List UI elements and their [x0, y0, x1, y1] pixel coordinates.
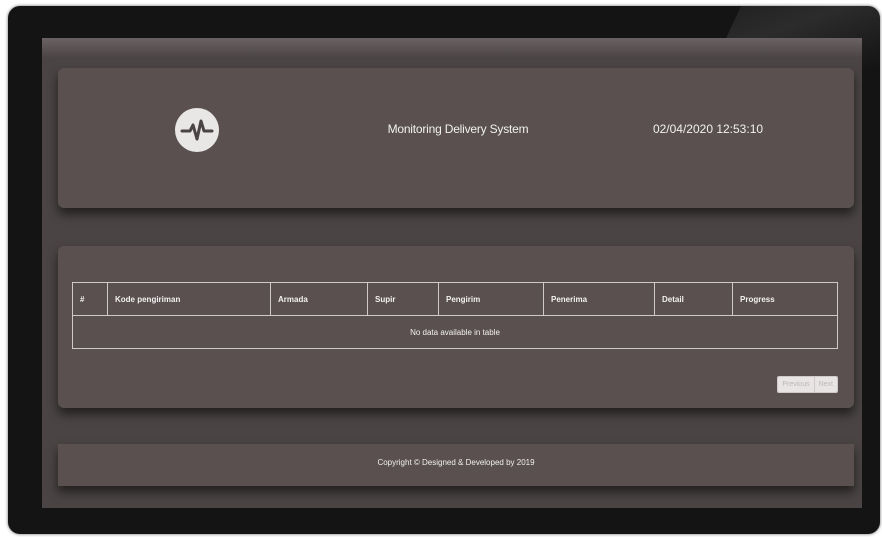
- column-header-supir[interactable]: Supir: [367, 282, 439, 316]
- table-header-row: # Kode pengiriman Armada Supir Pengirim …: [72, 282, 838, 316]
- monitor-frame: Monitoring Delivery System 02/04/2020 12…: [8, 6, 880, 534]
- previous-page-button[interactable]: Previous: [778, 377, 814, 392]
- empty-table-message: No data available in table: [72, 315, 838, 349]
- footer: Copyright © Designed & Developed by 2019: [58, 444, 854, 486]
- app-screen: Monitoring Delivery System 02/04/2020 12…: [42, 38, 862, 508]
- header-card: Monitoring Delivery System 02/04/2020 12…: [58, 68, 854, 208]
- screen-top-bar: [42, 38, 862, 58]
- column-header-detail[interactable]: Detail: [654, 282, 733, 316]
- column-header-armada[interactable]: Armada: [270, 282, 368, 316]
- column-header-penerima[interactable]: Penerima: [543, 282, 655, 316]
- next-page-button[interactable]: Next: [813, 377, 837, 392]
- footer-copyright: Copyright © Designed & Developed by 2019: [58, 458, 854, 467]
- current-datetime: 02/04/2020 12:53:10: [652, 122, 764, 136]
- copyright-year: 2019: [516, 458, 535, 467]
- table-row: No data available in table: [72, 315, 838, 349]
- delivery-table: # Kode pengiriman Armada Supir Pengirim …: [72, 282, 838, 349]
- column-header-number[interactable]: #: [72, 282, 108, 316]
- copyright-text: Copyright © Designed & Developed by: [377, 458, 517, 467]
- heartbeat-pulse-icon: [175, 108, 219, 152]
- pagination: Previous Next: [777, 376, 838, 393]
- table-card: # Kode pengiriman Armada Supir Pengirim …: [58, 246, 854, 408]
- column-header-progress[interactable]: Progress: [732, 282, 838, 316]
- column-header-pengirim[interactable]: Pengirim: [438, 282, 544, 316]
- column-header-kode-pengiriman[interactable]: Kode pengiriman: [107, 282, 271, 316]
- page-title: Monitoring Delivery System: [387, 122, 529, 136]
